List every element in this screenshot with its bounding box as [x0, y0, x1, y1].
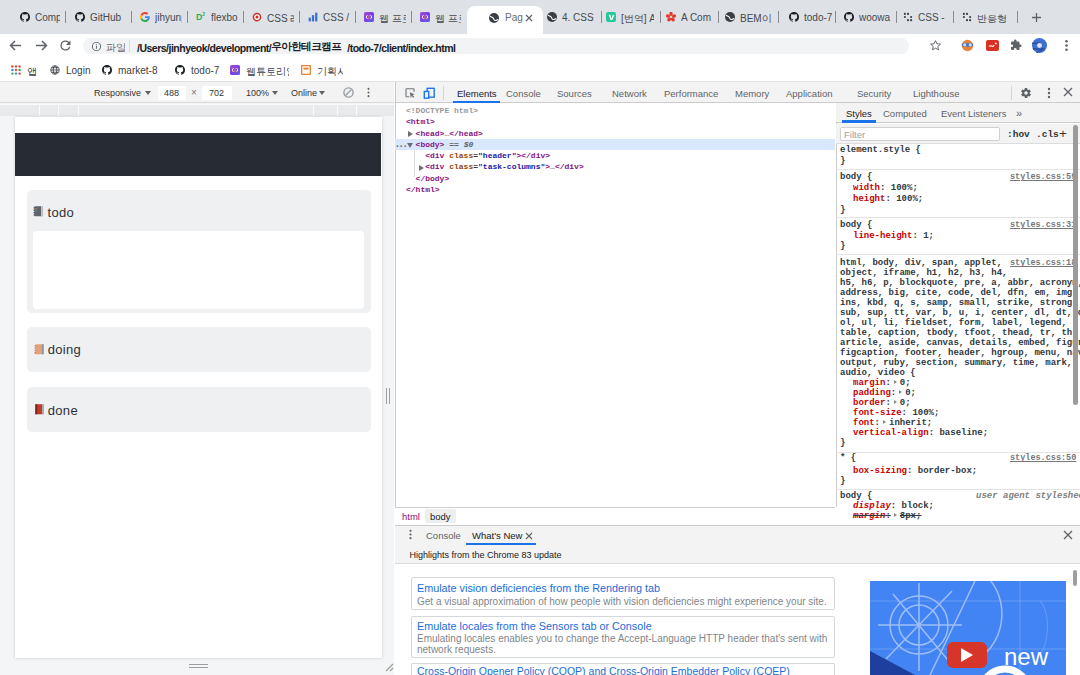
svg-text:new: new — [1004, 643, 1049, 670]
